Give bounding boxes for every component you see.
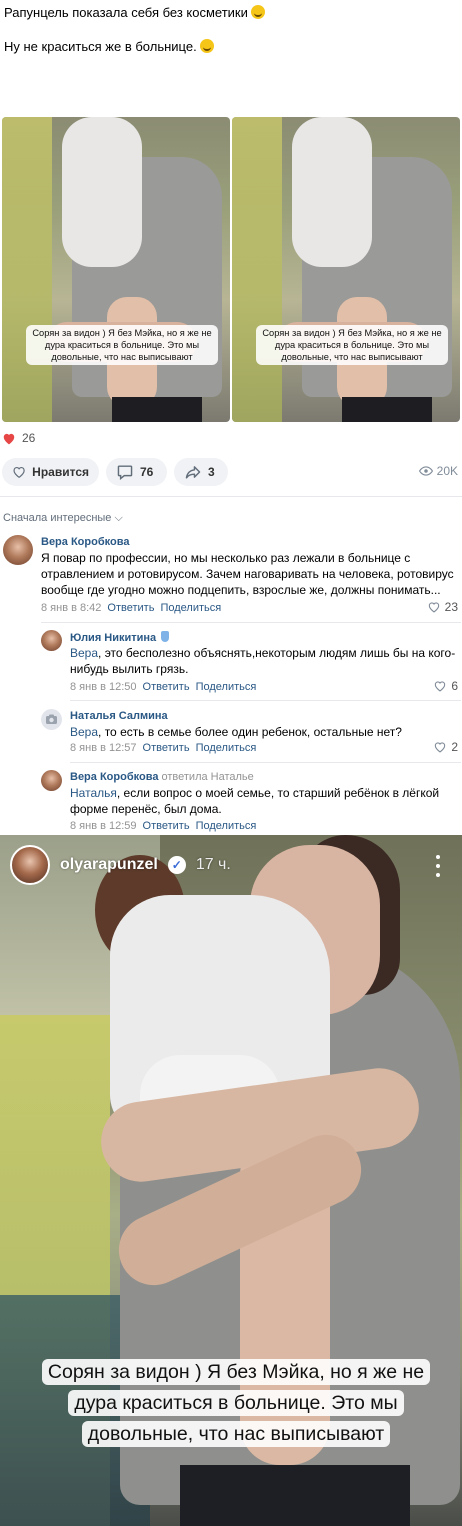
reply-button[interactable]: Ответить [107,602,154,614]
story-caption: Сорян за видон ) Я без Мэйка, но я же не… [36,1357,436,1450]
heart-outline-icon [435,742,446,753]
share-icon [185,466,201,479]
comment-meta: 8 янв в 12:57 Ответить Поделиться [70,742,256,754]
eye-icon [418,466,433,476]
avatar[interactable] [41,709,62,730]
comment-date[interactable]: 8 янв в 8:42 [41,602,101,614]
comment-author[interactable]: Юлия Никитина [70,631,170,644]
comment-like-count: 23 [444,600,458,614]
comment-text: Наталья, если вопрос о моей семье, то ст… [70,785,458,817]
post-photo-1[interactable]: Сорян за видон ) Я без Мэйка, но я же не… [2,117,230,422]
like-label: Нравится [32,465,89,479]
comment-like-count: 2 [451,740,458,754]
comment-like-button[interactable]: 6 [433,679,458,693]
share-comment-button[interactable]: Поделиться [196,820,257,832]
reply-button[interactable]: Ответить [143,681,190,693]
comment-date[interactable]: 8 янв в 12:59 [70,820,137,832]
comment-addressee[interactable]: Вера [70,725,98,739]
more-menu-icon[interactable] [436,855,440,882]
comment-addressee[interactable]: Вера [70,646,98,660]
divider [70,700,461,701]
comment-body: , это бесполезно объяснять,некоторым люд… [70,646,456,676]
like-button[interactable]: Нравится [2,458,99,486]
chevron-down-icon: ⌵ [114,512,123,524]
post-photo-2[interactable]: Сорян за видон ) Я без Мэйка, но я же не… [232,117,460,422]
shares-count: 3 [208,465,215,479]
heart-outline-icon [13,466,25,479]
share-comment-button[interactable]: Поделиться [196,681,257,693]
comment-meta: 8 янв в 8:42 Ответить Поделиться [41,602,221,614]
story-caption-text: Сорян за видон ) Я без Мэйка, но я же не… [41,1359,431,1447]
author-name[interactable]: Юлия Никитина [70,632,156,644]
comment-addressee[interactable]: Наталья [70,786,117,800]
heart-icon [3,433,15,444]
comments-count: 76 [140,465,154,479]
divider [0,496,462,497]
share-button[interactable]: 3 [174,458,228,486]
comments-button[interactable]: 76 [106,458,167,486]
divider [70,762,461,763]
post-line-2: Ну не краситься же в больнице. [4,39,197,54]
views-count: 20K [436,464,458,478]
avatar[interactable] [3,535,33,565]
comment-author[interactable]: Наталья Салмина [70,710,168,722]
likes-count: 26 [22,431,36,445]
post-actions: Нравится 76 3 20K [0,458,462,486]
views-counter: 20K [418,464,458,478]
post-text: Рапунцель показала себя без косметики Ну… [4,4,454,72]
comment-meta: 8 янв в 12:50 Ответить Поделиться [70,681,256,693]
comment-icon [117,465,133,480]
sort-label: Сначала интересные [3,512,112,524]
photo-caption: Сорян за видон ) Я без Мэйка, но я же не… [26,325,218,365]
camera-icon [46,714,57,724]
reply-button[interactable]: Ответить [143,820,190,832]
comment-meta: 8 янв в 12:59 Ответить Поделиться [70,820,256,832]
comment-text: Вера, то есть в семье более один ребенок… [70,724,458,740]
story-screenshot[interactable]: A olyarapunzel ✓ 17 ч. Сорян за видон ) … [0,835,462,1526]
comment-date[interactable]: 8 янв в 12:50 [70,681,137,693]
author-name[interactable]: Вера Коробкова [70,771,158,783]
avatar[interactable] [41,770,62,791]
comment-like-button[interactable]: 2 [433,740,458,754]
reactions-summary[interactable]: 26 [2,431,35,445]
story-time: 17 ч. [195,856,231,873]
share-comment-button[interactable]: Поделиться [160,602,221,614]
comments-sort-dropdown[interactable]: Сначала интересные ⌵ [3,512,123,525]
grin-emoji-icon [250,5,265,19]
comment-like-count: 6 [451,679,458,693]
comment-author[interactable]: Вера Коробкова ответила Наталье [70,771,254,783]
comment-like-button[interactable]: 23 [427,600,458,614]
replied-to[interactable]: ответила Наталье [162,771,254,783]
reply-button[interactable]: Ответить [143,742,190,754]
photo-caption: Сорян за видон ) Я без Мэйка, но я же не… [256,325,448,365]
divider [41,622,461,623]
comment-author[interactable]: Вера Коробкова [41,536,129,548]
avatar[interactable] [10,845,50,885]
comment-date[interactable]: 8 янв в 12:57 [70,742,137,754]
comment-body: , если вопрос о моей семье, то старший р… [70,786,440,816]
story-header: olyarapunzel ✓ 17 ч. [10,845,231,885]
avatar[interactable] [41,630,62,651]
heart-outline-icon [435,681,446,692]
verified-badge-icon: ✓ [167,856,186,874]
grin-emoji-icon [199,39,214,53]
comment-body: , то есть в семье более один ребенок, ос… [98,725,402,739]
heart-outline-icon [428,602,439,613]
post-line-1: Рапунцель показала себя без косметики [4,5,248,20]
story-username[interactable]: olyarapunzel [60,856,158,874]
share-comment-button[interactable]: Поделиться [196,742,257,754]
comment-text: Я повар по профессии, но мы несколько ра… [41,551,454,597]
comment-text: Вера, это бесполезно объяснять,некоторым… [70,645,458,677]
water-emoji-icon [161,631,170,642]
